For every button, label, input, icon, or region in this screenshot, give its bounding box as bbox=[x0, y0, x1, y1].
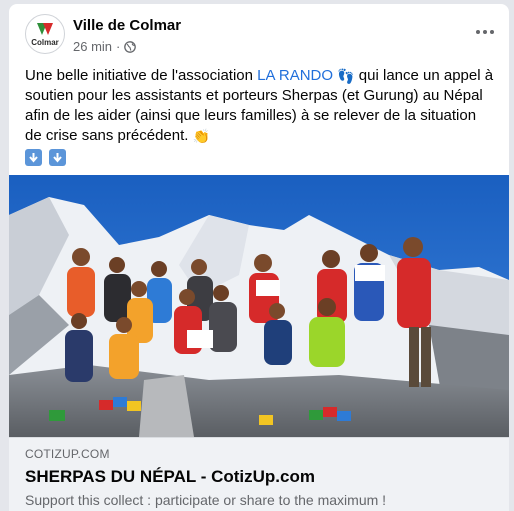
post-meta: 26 min · bbox=[73, 39, 137, 54]
link-preview[interactable]: COTIZUP.COM SHERPAS DU NÉPAL - CotizUp.c… bbox=[9, 437, 509, 511]
more-dot bbox=[483, 30, 487, 34]
post-text-intro: Une belle initiative de l'association bbox=[25, 67, 258, 84]
post-text: Une belle initiative de l'association LA… bbox=[25, 66, 495, 146]
link-title[interactable]: SHERPAS DU NÉPAL - CotizUp.com bbox=[25, 467, 315, 487]
la-rando-link[interactable]: LA RANDO bbox=[257, 67, 333, 84]
page-name[interactable]: Ville de Colmar bbox=[73, 17, 181, 34]
avatar[interactable]: Colmar bbox=[25, 14, 65, 54]
avatar-label: Colmar bbox=[31, 38, 59, 47]
footprints-emoji: 👣 bbox=[337, 68, 355, 84]
group-photo-image bbox=[9, 175, 509, 437]
more-dot bbox=[476, 30, 480, 34]
link-description: Support this collect : participate or sh… bbox=[25, 492, 387, 508]
down-arrows bbox=[25, 149, 66, 166]
clap-emoji: 👏 bbox=[192, 128, 211, 144]
globe-icon[interactable] bbox=[124, 40, 137, 53]
post-time[interactable]: 26 min bbox=[73, 39, 112, 54]
down-arrow-icon bbox=[25, 149, 42, 166]
more-dot bbox=[490, 30, 494, 34]
more-options-button[interactable] bbox=[473, 22, 497, 42]
down-arrow-icon bbox=[49, 149, 66, 166]
colmar-logo-icon bbox=[37, 23, 53, 35]
post-photo[interactable] bbox=[9, 175, 509, 437]
post-header: Colmar Ville de Colmar 26 min · bbox=[9, 4, 509, 62]
meta-separator: · bbox=[116, 39, 121, 54]
link-domain: COTIZUP.COM bbox=[25, 447, 110, 461]
post-card: Colmar Ville de Colmar 26 min · Une bell… bbox=[9, 4, 509, 511]
